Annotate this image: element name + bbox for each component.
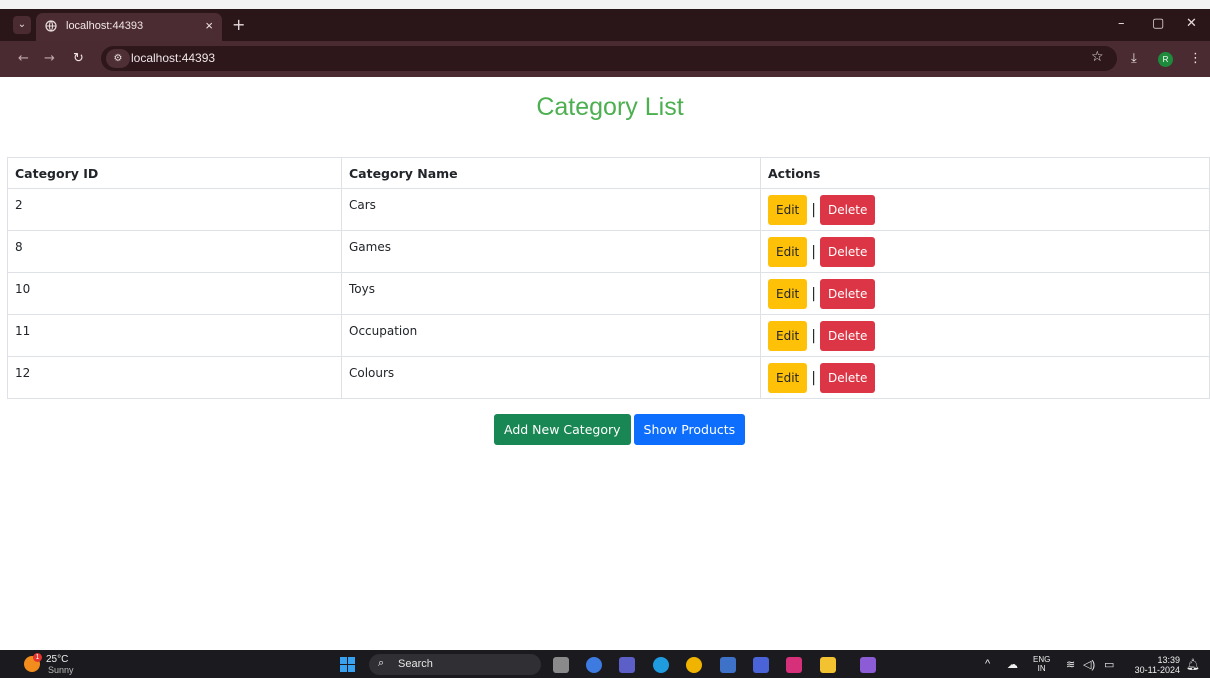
tab-search-button[interactable]: ⌄ xyxy=(13,16,31,34)
cell-category-id: 10 xyxy=(7,272,342,315)
browser-toolbar: ← → ↻ ⚙ localhost:44393 ☆ ⤓ R ⋮ xyxy=(0,41,1210,77)
header-category-name: Category Name xyxy=(341,157,761,189)
edit-button[interactable]: Edit xyxy=(768,279,808,309)
region-code: IN xyxy=(1037,664,1046,673)
edit-button[interactable]: Edit xyxy=(768,237,808,267)
delete-button[interactable]: Delete xyxy=(819,195,876,225)
table-row: 2 Cars Edit | Delete xyxy=(7,188,1210,231)
page-actions: Add New Category Show Products xyxy=(494,414,746,445)
cell-category-id: 11 xyxy=(7,314,342,357)
battery-icon[interactable]: ▭ xyxy=(1104,658,1114,671)
taskbar-search-label: Search xyxy=(398,658,433,670)
cell-category-name: Occupation xyxy=(341,314,761,357)
cell-actions: Edit | Delete xyxy=(760,356,1210,399)
table-header-row: Category ID Category Name Actions xyxy=(7,157,1210,189)
header-category-id: Category ID xyxy=(7,157,342,189)
table-row: 12 Colours Edit | Delete xyxy=(7,356,1210,399)
language-code: ENG xyxy=(1033,655,1051,664)
cell-category-id: 12 xyxy=(7,356,342,399)
cell-category-name: Colours xyxy=(341,356,761,399)
header-actions: Actions xyxy=(760,157,1210,189)
table-row: 10 Toys Edit | Delete xyxy=(7,272,1210,315)
edit-button[interactable]: Edit xyxy=(768,363,808,393)
browser-tab[interactable]: localhost:44393 × xyxy=(36,13,222,41)
cell-category-name: Games xyxy=(341,230,761,273)
task-view-icon[interactable] xyxy=(553,657,569,673)
close-tab-icon[interactable]: × xyxy=(205,18,213,33)
language-indicator[interactable]: ENG IN xyxy=(1033,655,1050,673)
taskbar-search[interactable]: ⌕ Search xyxy=(369,654,541,675)
show-products-button[interactable]: Show Products xyxy=(633,414,746,445)
file-explorer-icon[interactable] xyxy=(820,657,836,673)
cell-category-name: Cars xyxy=(341,188,761,231)
clock-date: 30-11-2024 xyxy=(1134,665,1180,675)
action-separator: | xyxy=(811,370,816,386)
cell-category-id: 8 xyxy=(7,230,342,273)
table-row: 11 Occupation Edit | Delete xyxy=(7,314,1210,357)
weather-condition: Sunny xyxy=(48,665,74,675)
browser-tab-bar: ⌄ localhost:44393 × + – ▢ ✕ xyxy=(0,9,1210,41)
globe-icon xyxy=(45,20,57,32)
notification-bell-icon[interactable]: 🔔︎ xyxy=(1186,658,1200,671)
system-clock[interactable]: 13:39 30-11-2024 xyxy=(1128,655,1180,675)
show-hidden-icons-chevron-icon[interactable]: ^ xyxy=(985,658,990,670)
action-separator: | xyxy=(811,202,816,218)
weather-temperature: 25°C xyxy=(46,654,69,665)
back-arrow-icon[interactable]: ← xyxy=(18,51,29,66)
category-table: Category ID Category Name Actions 2 Cars… xyxy=(7,157,1210,399)
weather-badge: 1 xyxy=(33,653,42,662)
menu-dots-icon[interactable]: ⋮ xyxy=(1189,51,1202,66)
store-icon[interactable] xyxy=(720,657,736,673)
delete-button[interactable]: Delete xyxy=(819,321,876,351)
windows-taskbar: 1 25°C Sunny ⌕ Search ^ ☁ ENG IN ≋ ◁) ▭ … xyxy=(0,650,1210,678)
reload-icon[interactable]: ↻ xyxy=(73,51,84,66)
bookmark-star-icon[interactable]: ☆ xyxy=(1091,49,1104,65)
page-title: Category List xyxy=(536,93,684,121)
cell-category-id: 2 xyxy=(7,188,342,231)
restore-icon[interactable]: ▢ xyxy=(1152,16,1164,31)
cell-category-name: Toys xyxy=(341,272,761,315)
action-separator: | xyxy=(811,244,816,260)
new-tab-button[interactable]: + xyxy=(232,15,245,34)
notes-app-icon[interactable] xyxy=(753,657,769,673)
instagram-icon[interactable] xyxy=(786,657,802,673)
chrome-icon[interactable] xyxy=(686,657,702,673)
delete-button[interactable]: Delete xyxy=(819,363,876,393)
minimize-icon[interactable]: – xyxy=(1118,16,1125,31)
visual-studio-icon[interactable] xyxy=(860,657,876,673)
delete-button[interactable]: Delete xyxy=(819,237,876,267)
table-row: 8 Games Edit | Delete xyxy=(7,230,1210,273)
cloud-sync-icon[interactable]: ☁ xyxy=(1007,658,1018,671)
download-icon[interactable]: ⤓ xyxy=(1131,51,1137,66)
teams-icon[interactable] xyxy=(619,657,635,673)
windows-start-icon[interactable] xyxy=(340,657,355,672)
wifi-icon[interactable]: ≋ xyxy=(1066,658,1075,671)
tab-title: localhost:44393 xyxy=(66,20,144,32)
cell-actions: Edit | Delete xyxy=(760,314,1210,357)
cell-actions: Edit | Delete xyxy=(760,188,1210,231)
screen-bezel xyxy=(0,0,1210,9)
search-icon: ⌕ xyxy=(378,657,385,669)
action-separator: | xyxy=(811,328,816,344)
site-info-icon[interactable]: ⚙ xyxy=(106,49,130,68)
forward-arrow-icon[interactable]: → xyxy=(44,51,55,66)
url-text: localhost:44393 xyxy=(131,51,216,65)
address-bar[interactable]: ⚙ localhost:44393 ☆ xyxy=(101,46,1117,71)
edge-icon[interactable] xyxy=(653,657,669,673)
copilot-icon[interactable] xyxy=(586,657,602,673)
cell-actions: Edit | Delete xyxy=(760,272,1210,315)
cell-actions: Edit | Delete xyxy=(760,230,1210,273)
edit-button[interactable]: Edit xyxy=(768,195,808,225)
volume-icon[interactable]: ◁) xyxy=(1083,658,1095,671)
edit-button[interactable]: Edit xyxy=(768,321,808,351)
close-window-icon[interactable]: ✕ xyxy=(1186,16,1197,31)
clock-time: 13:39 xyxy=(1157,655,1180,665)
delete-button[interactable]: Delete xyxy=(819,279,876,309)
add-new-category-button[interactable]: Add New Category xyxy=(494,414,631,445)
profile-avatar[interactable]: R xyxy=(1158,52,1173,67)
action-separator: | xyxy=(811,286,816,302)
